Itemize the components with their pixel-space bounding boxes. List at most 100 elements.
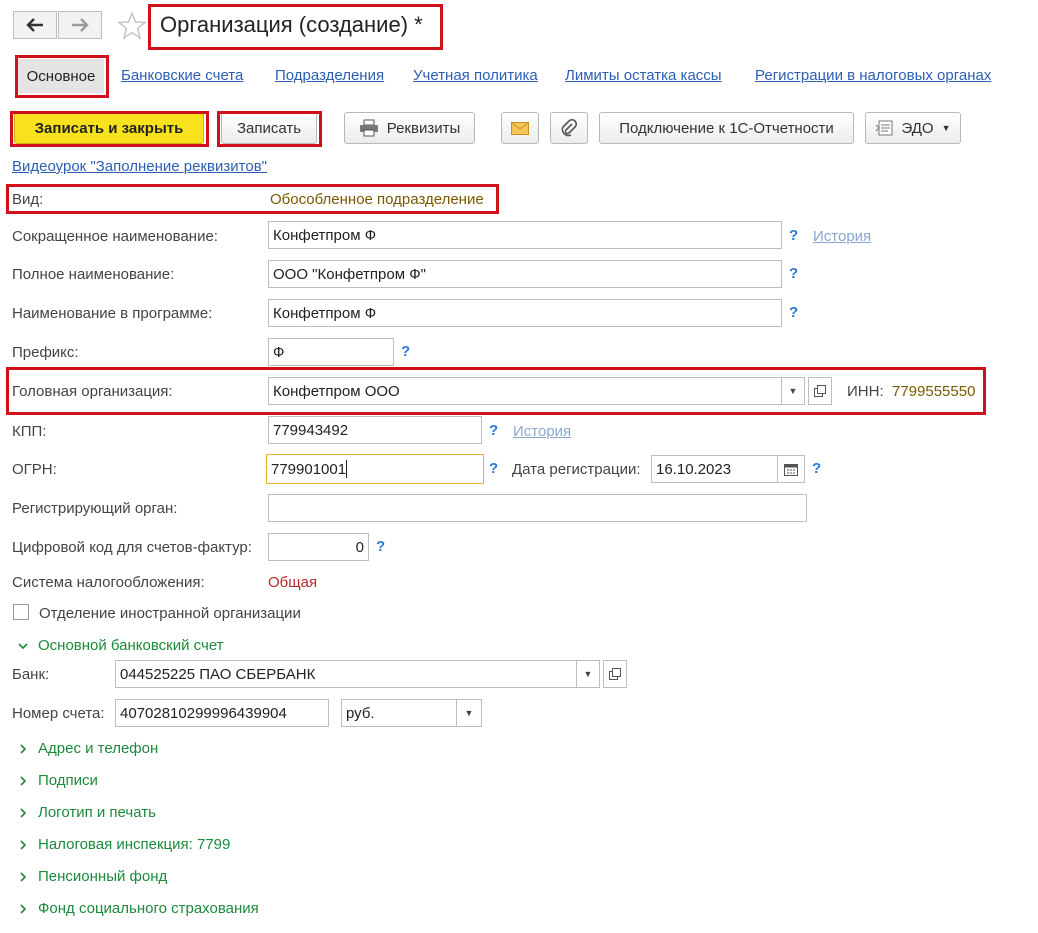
back-button[interactable] — [13, 11, 57, 39]
chevron-right-icon — [20, 807, 27, 818]
chevron-right-icon — [20, 871, 27, 882]
inn-value: 7799555550 — [892, 383, 976, 400]
kpp-help[interactable]: ? — [489, 422, 498, 439]
bank-input[interactable]: 044525225 ПАО СБЕРБАНК — [115, 660, 577, 688]
text-cursor — [346, 460, 348, 478]
section-social-insurance-label: Фонд социального страхования — [38, 900, 259, 917]
paperclip-icon — [561, 119, 577, 137]
section-tax-inspection[interactable]: Налоговая инспекция: 7799 — [18, 836, 230, 853]
chevron-right-icon — [20, 839, 27, 850]
section-social-insurance[interactable]: Фонд социального страхования — [18, 900, 259, 917]
bank-section-header[interactable]: Основной банковский счет — [18, 637, 224, 654]
currency-select[interactable]: руб. — [341, 699, 457, 727]
head-org-open-button[interactable] — [808, 377, 832, 405]
section-address-phone[interactable]: Адрес и телефон — [18, 740, 158, 757]
tab-bank-accounts[interactable]: Банковские счета — [121, 67, 243, 84]
digital-code-help[interactable]: ? — [376, 538, 385, 555]
bank-label: Банк: — [12, 666, 50, 683]
section-address-phone-label: Адрес и телефон — [38, 740, 159, 757]
kpp-input[interactable]: 779943492 — [268, 416, 482, 444]
forward-button[interactable] — [58, 11, 102, 39]
short-name-history-link[interactable]: История — [813, 228, 871, 245]
section-logo-stamp[interactable]: Логотип и печать — [18, 804, 156, 821]
reg-date-label: Дата регистрации: — [512, 461, 641, 478]
kind-value: Обособленное подразделение — [270, 191, 484, 208]
digital-code-value: 0 — [355, 538, 364, 556]
digital-code-label: Цифровой код для счетов-фактур: — [12, 539, 252, 556]
reg-authority-input[interactable] — [268, 494, 807, 522]
attach-button[interactable] — [550, 112, 588, 144]
prefix-help[interactable]: ? — [401, 343, 410, 360]
window-title: Организация (создание) * — [160, 12, 423, 37]
section-signatures[interactable]: Подписи — [18, 772, 98, 789]
full-name-input[interactable]: ООО "Конфетпром Ф" — [268, 260, 782, 288]
head-org-input[interactable]: Конфетпром ООО — [268, 377, 782, 405]
full-name-label: Полное наименование: — [12, 266, 175, 283]
program-name-help[interactable]: ? — [789, 304, 798, 321]
tab-main[interactable]: Основное — [18, 59, 104, 93]
chevron-right-icon — [20, 743, 27, 754]
reg-date-help[interactable]: ? — [812, 460, 821, 477]
tab-tax-registrations[interactable]: Регистрации в налоговых органах — [755, 67, 991, 84]
edo-button[interactable]: ЭДО ▼ — [865, 112, 961, 144]
short-name-input[interactable]: Конфетпром Ф — [268, 221, 782, 249]
program-name-label: Наименование в программе: — [12, 305, 213, 322]
bank-section-title: Основной банковский счет — [38, 637, 224, 654]
open-form-icon — [609, 668, 621, 680]
chevron-down-icon — [18, 642, 28, 649]
tab-subdivisions[interactable]: Подразделения — [275, 67, 384, 84]
program-name-input[interactable]: Конфетпром Ф — [268, 299, 782, 327]
ogrn-input[interactable]: 779901001 — [266, 454, 484, 484]
tax-system-value[interactable]: Общая — [268, 574, 317, 591]
full-name-help[interactable]: ? — [789, 265, 798, 282]
printer-icon — [359, 119, 378, 137]
bank-open-button[interactable] — [603, 660, 627, 688]
reg-authority-label: Регистрирующий орган: — [12, 500, 178, 517]
kind-label: Вид: — [12, 191, 44, 208]
currency-dropdown-button[interactable]: ▼ — [456, 699, 482, 727]
short-name-help[interactable]: ? — [789, 227, 798, 244]
bank-dropdown-button[interactable]: ▼ — [576, 660, 600, 688]
chevron-right-icon — [20, 903, 27, 914]
reg-date-input[interactable]: 16.10.2023 — [651, 455, 778, 483]
foreign-branch-checkbox[interactable] — [13, 604, 29, 620]
section-pension-fund-label: Пенсионный фонд — [38, 868, 168, 885]
arrow-left-icon — [26, 18, 43, 32]
section-tax-inspection-label: Налоговая инспекция: 7799 — [38, 836, 231, 853]
ogrn-help[interactable]: ? — [489, 460, 498, 477]
calendar-button[interactable] — [777, 455, 805, 483]
ogrn-value: 779901001 — [271, 460, 347, 478]
arrow-right-icon — [72, 18, 89, 32]
account-input[interactable]: 40702810299996439904 — [115, 699, 329, 727]
edo-label: ЭДО — [901, 119, 934, 137]
account-label: Номер счета: — [12, 705, 105, 722]
favorite-star-icon[interactable] — [116, 10, 148, 45]
section-signatures-label: Подписи — [38, 772, 98, 789]
chevron-right-icon — [20, 775, 27, 786]
tab-cash-limits[interactable]: Лимиты остатка кассы — [565, 67, 722, 84]
short-name-label: Сокращенное наименование: — [12, 228, 218, 245]
kpp-history-link[interactable]: История — [513, 423, 571, 440]
head-org-label: Головная организация: — [12, 383, 173, 400]
section-logo-stamp-label: Логотип и печать — [38, 804, 156, 821]
mail-button[interactable] — [501, 112, 539, 144]
tax-system-label: Система налогообложения: — [12, 574, 205, 591]
prefix-input[interactable]: Ф — [268, 338, 394, 366]
foreign-branch-label[interactable]: Отделение иностранной организации — [39, 605, 301, 622]
tab-accounting-policy[interactable]: Учетная политика — [413, 67, 538, 84]
kpp-label: КПП: — [12, 423, 47, 440]
requisites-label: Реквизиты — [386, 119, 461, 137]
save-button[interactable]: Записать — [221, 112, 317, 144]
section-pension-fund[interactable]: Пенсионный фонд — [18, 868, 167, 885]
save-and-close-button[interactable]: Записать и закрыть — [14, 112, 204, 144]
video-lesson-link[interactable]: Видеоурок "Заполнение реквизитов" — [12, 158, 267, 175]
edo-icon — [876, 120, 893, 136]
prefix-label: Префикс: — [12, 344, 79, 361]
chevron-down-icon: ▼ — [941, 123, 951, 133]
connect-1c-reporting-button[interactable]: Подключение к 1С-Отчетности — [599, 112, 854, 144]
head-org-dropdown-button[interactable]: ▼ — [781, 377, 805, 405]
requisites-button[interactable]: Реквизиты — [344, 112, 475, 144]
digital-code-input[interactable]: 0 — [268, 533, 369, 561]
ogrn-label: ОГРН: — [12, 461, 57, 478]
envelope-icon — [511, 121, 529, 135]
